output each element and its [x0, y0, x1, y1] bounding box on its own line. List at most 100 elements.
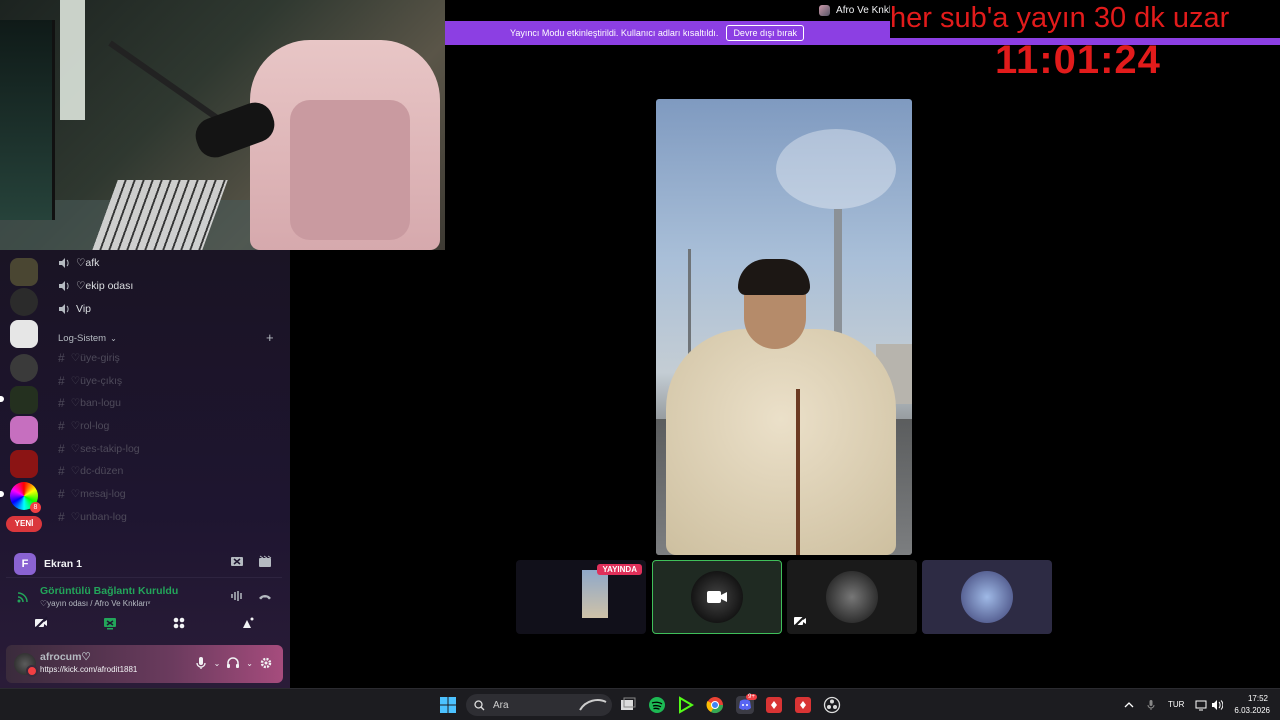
countdown-timer: 11:01:24: [995, 38, 1161, 82]
server-icon[interactable]: [10, 416, 38, 444]
hash-icon: #: [58, 396, 65, 410]
channel-label: ♡mesaj-log: [70, 488, 126, 500]
hash-icon: #: [58, 442, 65, 456]
text-channel[interactable]: # ♡üye-giriş: [58, 348, 120, 368]
voice-channel-afk[interactable]: ♡afk: [58, 253, 99, 273]
voice-channel-ekip-odasi[interactable]: ♡ekip odası: [58, 276, 133, 296]
language-indicator[interactable]: TUR: [1168, 700, 1184, 709]
avatar: [961, 571, 1013, 623]
chevron-down-icon[interactable]: ⌄: [246, 659, 253, 668]
live-badge: YAYINDA: [597, 564, 642, 575]
channel-label: ♡afk: [76, 257, 100, 269]
category-header[interactable]: Log-Sistem ⌄: [58, 333, 117, 344]
channel-label: ♡rol-log: [70, 420, 110, 432]
headphones-icon[interactable]: [226, 656, 240, 670]
close-stream-icon[interactable]: [230, 555, 244, 569]
channel-label: ♡ses-takip-log: [70, 443, 140, 455]
noise-suppression-icon[interactable]: [230, 589, 244, 603]
screen: 8 YENİ ♡afk ♡ekip odası Vip Log-Sistem ⌄…: [0, 0, 1280, 720]
sub-overlay: her sub'a yayın 30 dk uzar: [890, 0, 1280, 38]
voice-connection-panel: Görüntülü Bağlantı Kuruldu ♡yayın odası …: [6, 577, 282, 641]
channel-label: ♡ban-logu: [70, 397, 121, 409]
discord-unread-badge: 9+: [746, 694, 757, 700]
microphone-icon[interactable]: [194, 656, 208, 670]
text-channel[interactable]: # ♡unban-log: [58, 507, 127, 527]
text-channel[interactable]: # ♡ses-takip-log: [58, 439, 140, 459]
app-icon[interactable]: [765, 696, 783, 714]
screen-share-icon[interactable]: [103, 616, 117, 630]
network-icon[interactable]: [1195, 699, 1207, 711]
username[interactable]: afrocum♡: [40, 651, 91, 663]
voice-channel-vip[interactable]: Vip: [58, 299, 91, 319]
sub-text: her sub'a yayın 30 dk uzar: [890, 2, 1230, 34]
hash-icon: #: [58, 419, 65, 433]
channel-label: ♡üye-giriş: [70, 352, 120, 364]
clock-time[interactable]: 17:52: [1238, 694, 1268, 703]
activities-icon[interactable]: [172, 616, 186, 630]
soundboard-icon[interactable]: [241, 616, 255, 630]
spotify-icon[interactable]: [648, 696, 666, 714]
task-view-icon[interactable]: [619, 696, 637, 714]
text-channel[interactable]: # ♡rol-log: [58, 416, 109, 436]
gear-icon[interactable]: [259, 656, 273, 670]
chevron-down-icon[interactable]: ⌄: [214, 659, 221, 668]
hash-icon: #: [58, 464, 65, 478]
server-icon[interactable]: [10, 320, 38, 348]
hash-icon: #: [58, 510, 65, 524]
server-icon[interactable]: [10, 288, 38, 316]
text-channel[interactable]: # ♡mesaj-log: [58, 484, 126, 504]
screen-title: Ekran 1: [44, 558, 82, 570]
text-channel[interactable]: # ♡dc-düzen: [58, 461, 123, 481]
search-icon: [474, 699, 485, 710]
participant-tile[interactable]: [652, 560, 782, 634]
obs-icon[interactable]: [823, 696, 841, 714]
server-icon[interactable]: [10, 354, 38, 382]
search-highlight-icon: [579, 699, 607, 711]
volume-icon[interactable]: [1211, 699, 1223, 711]
signal-icon[interactable]: [16, 590, 30, 604]
connection-channel[interactable]: ♡yayın odası / Afro Ve Knklarıᵛ: [40, 599, 150, 608]
main-video-stream[interactable]: [656, 99, 912, 555]
server-icon[interactable]: [10, 258, 38, 286]
server-icon[interactable]: [10, 386, 38, 414]
disconnect-icon[interactable]: [258, 589, 272, 603]
participant-tile[interactable]: [787, 560, 917, 634]
unread-badge: 8: [30, 502, 41, 513]
new-badge: YENİ: [6, 516, 42, 532]
hash-icon: #: [58, 374, 65, 388]
chrome-icon[interactable]: [706, 696, 724, 714]
text-channel[interactable]: # ♡ban-logu: [58, 393, 121, 413]
add-channel-icon[interactable]: +: [266, 330, 274, 345]
hash-icon: #: [58, 487, 65, 501]
avatar: [826, 571, 878, 623]
channel-label: ♡ekip odası: [76, 280, 134, 292]
user-status[interactable]: https://kick.com/afrodit1881: [40, 665, 137, 674]
discord-sidebar: 8 YENİ ♡afk ♡ekip odası Vip Log-Sistem ⌄…: [0, 250, 290, 688]
windows-start-icon[interactable]: [440, 697, 456, 713]
disable-streamer-mode-button[interactable]: Devre dışı bırak: [726, 25, 804, 41]
camera-off-icon[interactable]: [33, 616, 48, 630]
streamer-mode-text: Yayıncı Modu etkinleştirildi. Kullanıcı …: [510, 28, 719, 38]
user-avatar[interactable]: [14, 653, 38, 677]
participant-tile[interactable]: [922, 560, 1052, 634]
server-icon[interactable]: 8: [10, 482, 41, 513]
search-placeholder: Ara: [493, 699, 509, 711]
speaker-icon: [59, 281, 69, 291]
kick-icon[interactable]: [677, 696, 695, 714]
chevron-down-icon: ⌄: [110, 334, 117, 343]
microphone-icon[interactable]: [1145, 699, 1157, 711]
chevron-up-icon[interactable]: [1123, 699, 1135, 711]
text-channel[interactable]: # ♡üye-çıkış: [58, 371, 122, 391]
speaker-icon: [59, 258, 69, 268]
channel-label: ♡üye-çıkış: [70, 375, 123, 387]
channel-label: ♡dc-düzen: [70, 465, 124, 477]
channel-label: Vip: [76, 303, 91, 315]
clip-icon[interactable]: [258, 555, 272, 569]
server-icon[interactable]: [10, 450, 38, 478]
app-icon[interactable]: [794, 696, 812, 714]
camera-off-icon: [793, 614, 807, 628]
server-list: 8 YENİ: [0, 250, 48, 540]
clock-date[interactable]: 6.03.2026: [1230, 706, 1270, 715]
stream-thumbnail[interactable]: YAYINDA: [516, 560, 646, 634]
connection-status[interactable]: Görüntülü Bağlantı Kuruldu: [40, 585, 178, 597]
